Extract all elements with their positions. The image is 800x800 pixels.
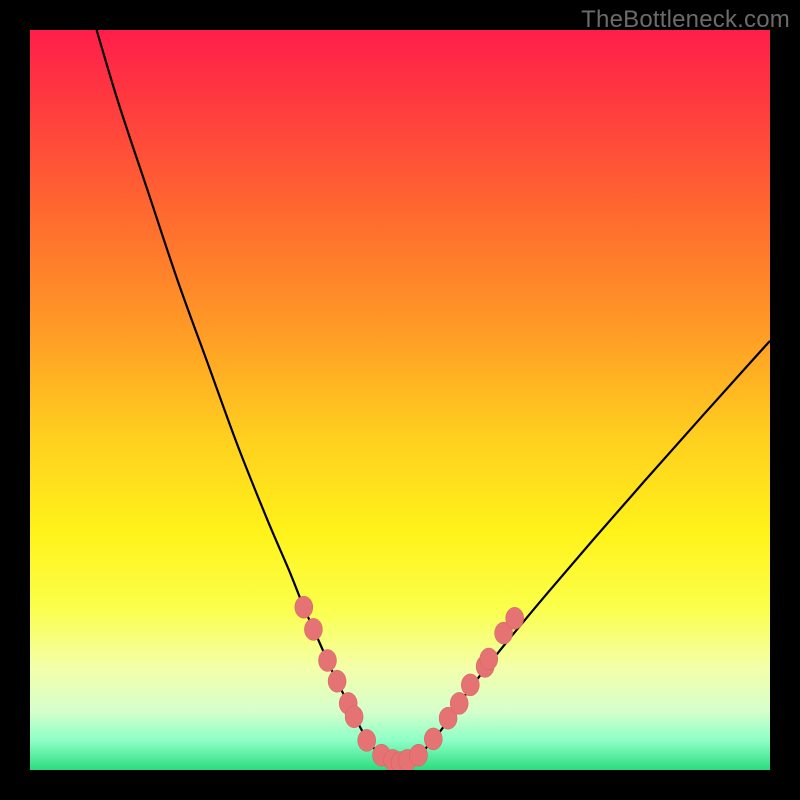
data-dot	[358, 729, 376, 751]
data-dot	[304, 618, 322, 640]
data-dot	[328, 670, 346, 692]
data-dot	[345, 706, 363, 728]
data-dot	[295, 596, 313, 618]
data-dot	[480, 648, 498, 670]
data-dot	[506, 607, 524, 629]
data-dot	[318, 649, 336, 671]
bottleneck-plot	[30, 30, 770, 770]
data-dot	[424, 728, 442, 750]
data-dot	[450, 692, 468, 714]
chart-frame: TheBottleneck.com	[0, 0, 800, 800]
gradient-background	[30, 30, 770, 770]
data-dot	[410, 744, 428, 766]
data-dot	[461, 674, 479, 696]
